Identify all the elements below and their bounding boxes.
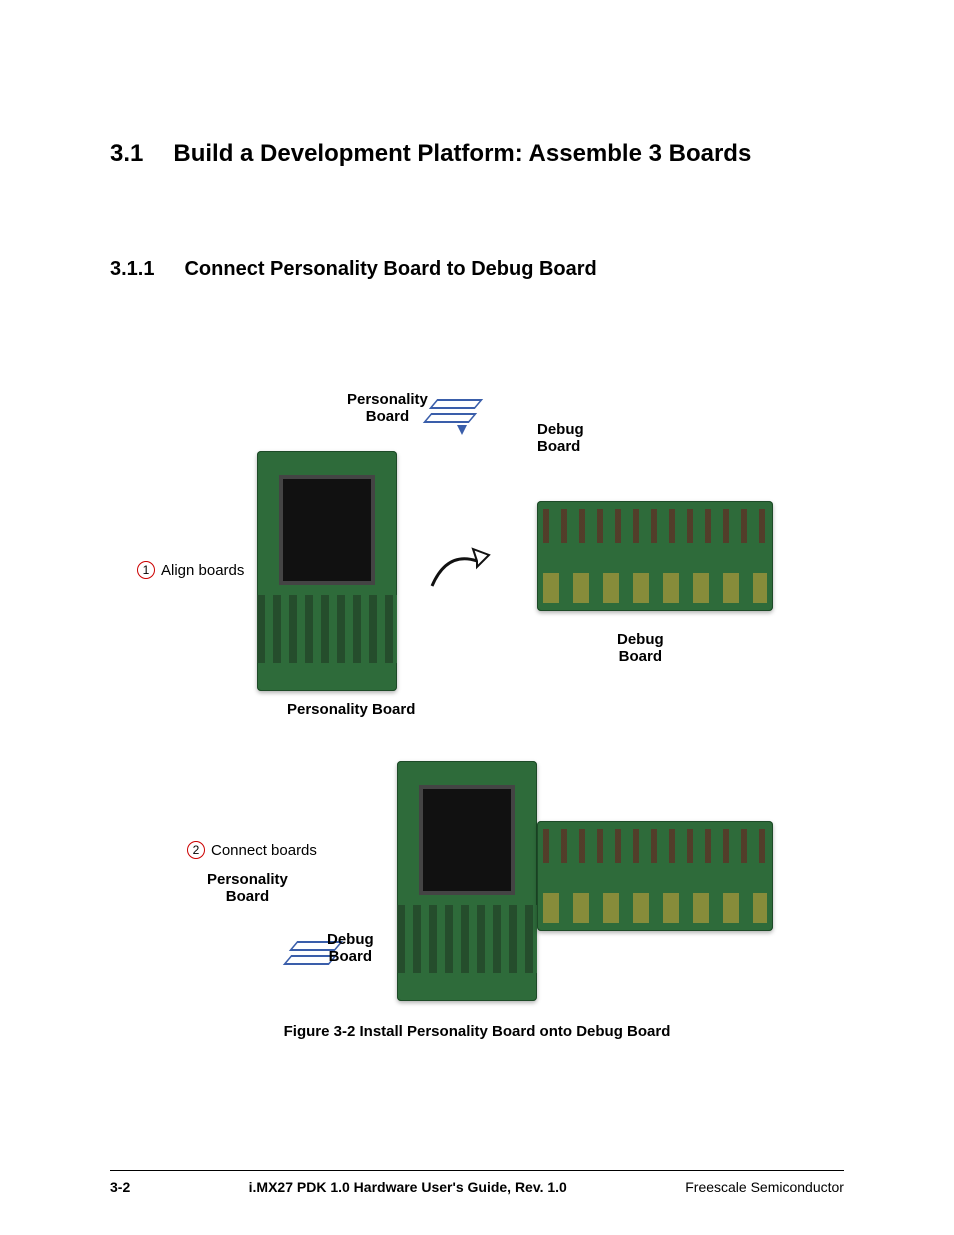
figure-caption: Figure 3-2 Install Personality Board ont… xyxy=(137,1023,817,1040)
text: Align boards xyxy=(161,562,244,579)
step-1-number: 1 xyxy=(137,561,155,579)
footer-company: Freescale Semiconductor xyxy=(685,1179,844,1195)
step-2-label: 2 Connect boards xyxy=(187,841,317,859)
debug-board-image xyxy=(537,821,773,931)
text: Personality xyxy=(347,391,428,408)
section-number: 3.1 xyxy=(110,140,143,168)
arrow-icon xyxy=(427,541,497,601)
page-number: 3-2 xyxy=(110,1179,130,1195)
page-footer: 3-2 i.MX27 PDK 1.0 Hardware User's Guide… xyxy=(110,1179,844,1195)
subsection-title: Connect Personality Board to Debug Board xyxy=(184,258,596,281)
text: Board xyxy=(366,408,409,425)
section-title: Build a Development Platform: Assemble 3… xyxy=(173,140,751,168)
footer-title: i.MX27 PDK 1.0 Hardware User's Guide, Re… xyxy=(249,1179,567,1195)
debug-board-caption: Debug Board xyxy=(617,631,664,665)
text: Debug xyxy=(537,421,584,438)
step-1-label: 1 Align boards xyxy=(137,561,244,579)
footer-divider xyxy=(110,1170,844,1171)
text: Debug xyxy=(327,931,374,948)
text: Debug xyxy=(617,631,664,648)
debug-board-image xyxy=(537,501,773,611)
subsection-heading: 3.1.1 Connect Personality Board to Debug… xyxy=(110,258,844,281)
personality-board-caption: Personality Board xyxy=(287,701,415,718)
debug-board-label-top: Debug Board xyxy=(537,421,584,455)
figure-container: Personality Board Debug Board 1 Align bo… xyxy=(137,391,817,1031)
text: Connect boards xyxy=(211,842,317,859)
personality-board-image xyxy=(257,451,397,691)
text: Personality xyxy=(207,871,288,888)
personality-board-label-top: Personality Board xyxy=(347,391,428,425)
stack-diagram-icon xyxy=(427,399,487,439)
step-2-number: 2 xyxy=(187,841,205,859)
section-heading: 3.1 Build a Development Platform: Assemb… xyxy=(110,140,844,168)
text: Board xyxy=(226,888,269,905)
personality-board-image xyxy=(397,761,537,1001)
subsection-number: 3.1.1 xyxy=(110,258,154,281)
stack-personality-label: Personality Board xyxy=(207,871,288,905)
text: Board xyxy=(537,438,580,455)
text: Board xyxy=(329,948,372,965)
text: Board xyxy=(619,648,662,665)
stack-debug-label: Debug Board xyxy=(327,931,374,965)
